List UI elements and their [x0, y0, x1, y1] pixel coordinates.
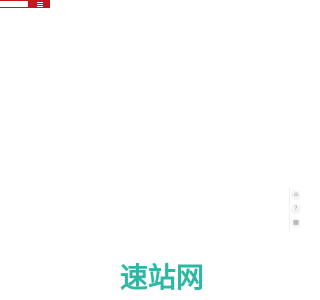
home-icon[interactable]: ⌂: [291, 190, 300, 200]
top-navbar: [0, 0, 50, 8]
help-icon[interactable]: ?: [291, 204, 300, 214]
menu-button[interactable]: [34, 0, 46, 8]
side-toolbar: ⌂ ? ▦: [289, 188, 300, 232]
menu-icon-line: [37, 5, 43, 7]
site-logo[interactable]: 速站网: [120, 261, 215, 295]
menu-icon: [37, 1, 43, 3]
menu-icon-line: [37, 3, 43, 5]
qr-icon[interactable]: ▦: [291, 218, 300, 228]
search-input[interactable]: [0, 1, 28, 7]
page: ⌂ ? ▦ 速站网: [0, 0, 300, 300]
